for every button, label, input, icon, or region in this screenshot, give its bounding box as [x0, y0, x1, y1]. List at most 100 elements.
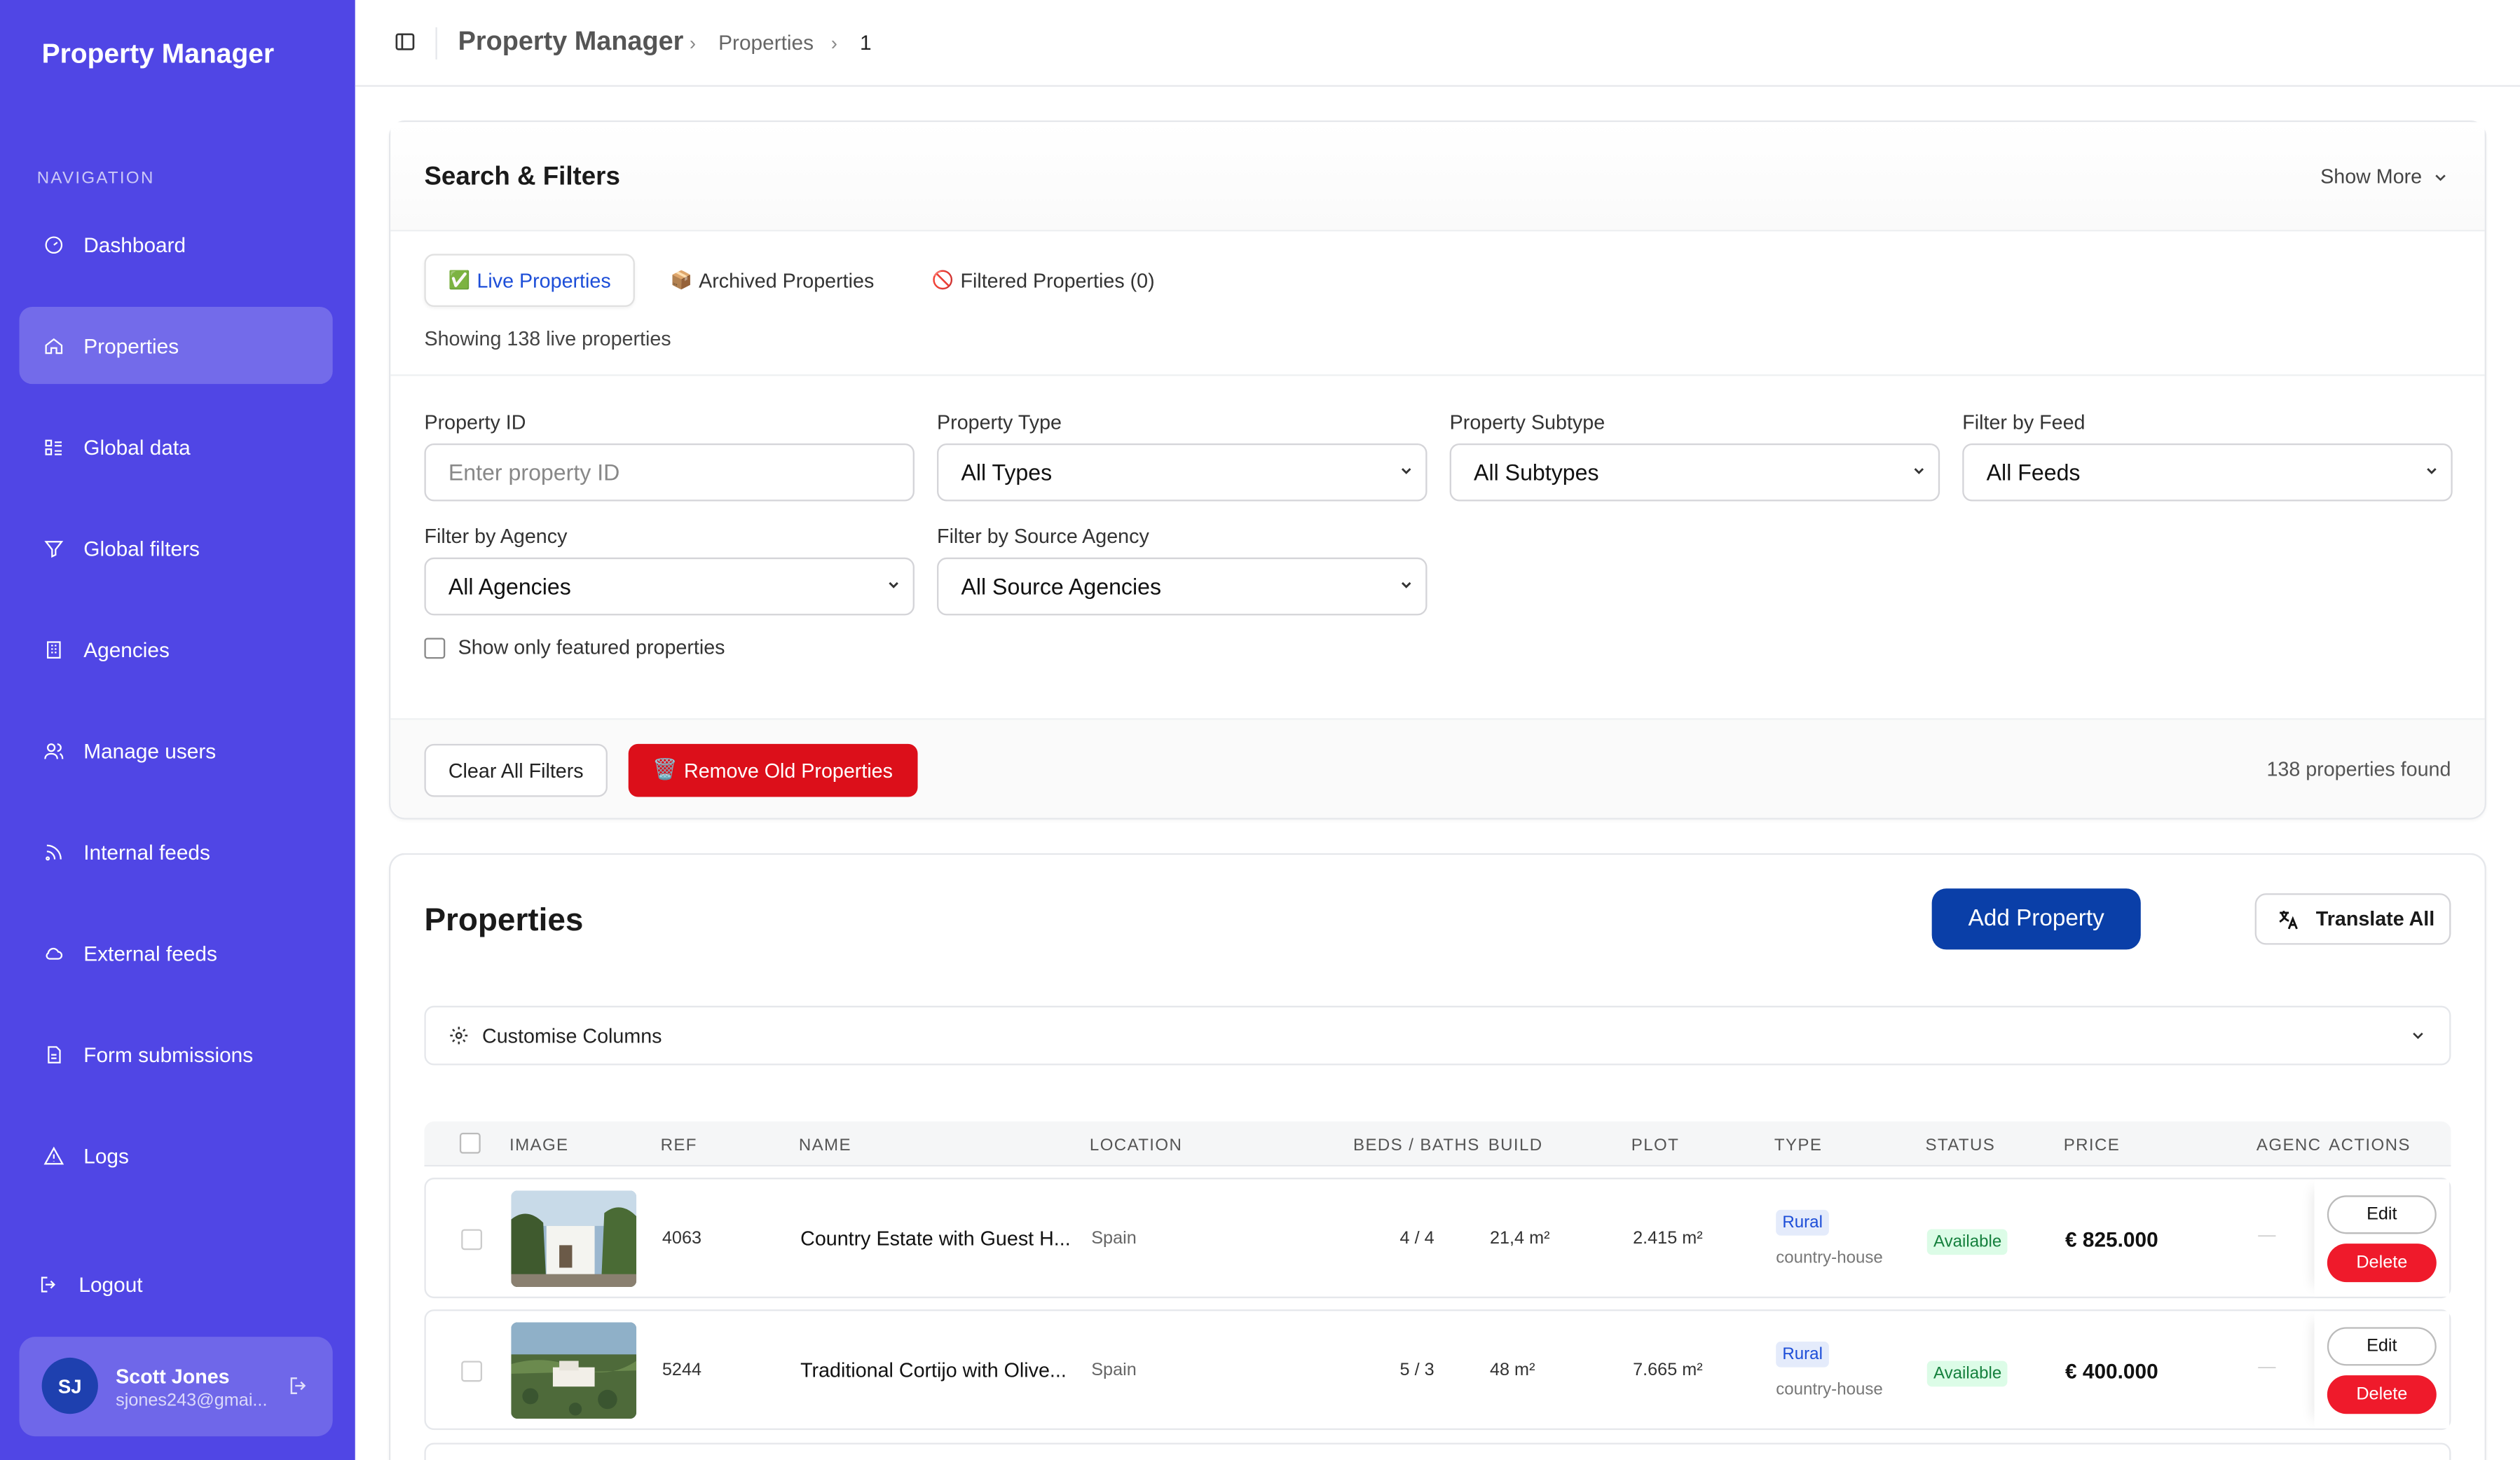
- delete-button[interactable]: Delete: [2327, 1375, 2437, 1414]
- tab-archived-properties[interactable]: 📦 Archived Properties: [648, 254, 896, 307]
- translate-all-button[interactable]: Translate All: [2254, 893, 2451, 945]
- filters-header: Search & Filters Show More: [390, 122, 2485, 232]
- sidebar-item-manage-users[interactable]: Manage users: [20, 712, 333, 789]
- user-card[interactable]: SJ Scott Jones sjones243@gmai...: [19, 1337, 333, 1437]
- agency-field: Filter by Agency All Agencies: [424, 525, 915, 616]
- breadcrumb-root[interactable]: Property Manager: [458, 27, 684, 58]
- type-badge: Rural: [1776, 1209, 1830, 1236]
- delete-button[interactable]: Delete: [2327, 1244, 2437, 1283]
- topbar-divider: [435, 27, 437, 60]
- select-value: All Source Agencies: [961, 573, 1162, 600]
- plot-cell: 2.415 m²: [1633, 1229, 1703, 1248]
- list-icon: [42, 436, 64, 458]
- tab-label: Live Properties: [477, 269, 611, 292]
- property-subtype-field: Property Subtype All Subtypes: [1449, 411, 1940, 502]
- table-row[interactable]: 5244 Traditional Cortijo with Olive... S…: [424, 1309, 2451, 1431]
- table-header: IMAGE REF NAME LOCATION BEDS / BATHS BUI…: [424, 1121, 2451, 1167]
- cloud-icon: [42, 942, 64, 964]
- status-badge: Available: [1926, 1229, 2008, 1255]
- property-thumbnail[interactable]: [511, 1322, 637, 1419]
- sidebar-item-label: Agencies: [83, 637, 170, 661]
- property-subtype-select[interactable]: All Subtypes: [1449, 443, 1940, 502]
- properties-found-count: 138 properties found: [2266, 758, 2451, 781]
- sidebar-item-agencies[interactable]: Agencies: [20, 610, 333, 687]
- nav-section-label: NAVIGATION: [36, 168, 155, 188]
- chevron-down-icon: [2413, 1033, 2423, 1040]
- chevron-right-icon: ›: [830, 32, 837, 55]
- table-row[interactable]: [424, 1442, 2451, 1460]
- show-more-button[interactable]: Show More: [2320, 165, 2449, 188]
- chevron-down-icon: [1914, 468, 1924, 474]
- location-cell: Spain: [1091, 1361, 1137, 1381]
- status-badge: Available: [1926, 1361, 2008, 1387]
- search-filters-card: Search & Filters Show More ✅ Live Proper…: [389, 120, 2486, 820]
- sidebar-toggle-icon[interactable]: [394, 31, 416, 53]
- column-header[interactable]: TYPE: [1774, 1136, 1822, 1155]
- sidebar-item-properties[interactable]: Properties: [19, 307, 333, 385]
- field-label: Property ID: [424, 411, 526, 434]
- prohibited-icon: 🚫: [931, 271, 954, 291]
- column-header[interactable]: AGENC: [2257, 1136, 2322, 1155]
- chevron-down-icon: [1401, 468, 1411, 474]
- tab-filtered-properties[interactable]: 🚫 Filtered Properties (0): [910, 254, 1177, 307]
- sidebar-item-logs[interactable]: Logs: [20, 1117, 333, 1194]
- clear-filters-button[interactable]: Clear All Filters: [424, 743, 608, 797]
- sidebar-item-internal-feeds[interactable]: Internal feeds: [20, 813, 333, 890]
- tab-live-properties[interactable]: ✅ Live Properties: [424, 254, 636, 308]
- filters-footer: Clear All Filters 🗑️ Remove Old Properti…: [390, 718, 2485, 818]
- column-header[interactable]: LOCATION: [1090, 1136, 1182, 1155]
- column-header[interactable]: IMAGE: [509, 1136, 568, 1155]
- gear-icon: [450, 1026, 468, 1045]
- sidebar-item-global-data[interactable]: Global data: [20, 408, 333, 485]
- sidebar-item-label: Properties: [83, 333, 179, 358]
- filters-body: Property ID Enter property ID Property T…: [390, 374, 2485, 718]
- row-checkbox[interactable]: [461, 1361, 483, 1382]
- logout-link[interactable]: Logout: [37, 1272, 143, 1297]
- edit-button[interactable]: Edit: [2327, 1195, 2437, 1234]
- sidebar-item-external-feeds[interactable]: External feeds: [20, 914, 333, 991]
- edit-button[interactable]: Edit: [2327, 1327, 2437, 1366]
- property-id-field: Property ID Enter property ID: [424, 411, 915, 502]
- chevron-down-icon: [889, 581, 898, 588]
- featured-checkbox[interactable]: [424, 637, 446, 659]
- name-cell[interactable]: Traditional Cortijo with Olive...: [800, 1359, 1067, 1382]
- row-checkbox[interactable]: [461, 1229, 483, 1251]
- select-value: All Subtypes: [1474, 459, 1599, 485]
- sidebar-item-dashboard[interactable]: Dashboard: [20, 206, 333, 283]
- breadcrumb-section[interactable]: Properties: [718, 31, 814, 55]
- sidebar-item-form-submissions[interactable]: Form submissions: [20, 1015, 333, 1092]
- agency-select[interactable]: All Agencies: [424, 557, 915, 616]
- column-header[interactable]: BUILD: [1488, 1136, 1543, 1155]
- customise-columns-toggle[interactable]: Customise Columns: [424, 1005, 2451, 1066]
- filter-icon: [42, 537, 64, 559]
- featured-checkbox-row[interactable]: Show only featured properties: [424, 636, 725, 659]
- user-email: sjones243@gmai...: [116, 1391, 268, 1411]
- property-thumbnail[interactable]: [511, 1190, 637, 1288]
- sidebar-item-global-filters[interactable]: Global filters: [20, 509, 333, 586]
- select-all-checkbox[interactable]: [459, 1132, 481, 1154]
- table-row[interactable]: 4063 Country Estate with Guest H... Spai…: [424, 1178, 2451, 1299]
- ref-cell: 5244: [662, 1361, 702, 1381]
- add-property-button[interactable]: Add Property: [1931, 888, 2141, 950]
- rss-icon: [42, 840, 64, 862]
- column-header[interactable]: PRICE: [2064, 1136, 2120, 1155]
- chevron-right-icon: ›: [689, 32, 697, 55]
- remove-old-properties-button[interactable]: 🗑️ Remove Old Properties: [628, 743, 917, 797]
- trash-icon: 🗑️: [652, 758, 678, 781]
- column-header[interactable]: REF: [661, 1136, 697, 1155]
- sign-out-icon[interactable]: [288, 1374, 310, 1396]
- property-id-input[interactable]: Enter property ID: [424, 443, 915, 502]
- column-header[interactable]: BEDS / BATHS: [1353, 1136, 1480, 1155]
- property-type-select[interactable]: All Types: [937, 443, 1427, 502]
- feed-select[interactable]: All Feeds: [1962, 443, 2453, 502]
- sidebar-item-label: Form submissions: [83, 1042, 254, 1066]
- actions-cell: Edit Delete: [2314, 1179, 2450, 1297]
- column-header[interactable]: STATUS: [1925, 1136, 1995, 1155]
- name-cell[interactable]: Country Estate with Guest H...: [800, 1227, 1071, 1250]
- brand-title[interactable]: Property Manager: [42, 39, 275, 71]
- column-header[interactable]: NAME: [799, 1136, 851, 1155]
- column-header[interactable]: PLOT: [1631, 1136, 1679, 1155]
- sidebar-item-label: External feeds: [83, 940, 217, 965]
- source-agency-select[interactable]: All Source Agencies: [937, 557, 1427, 616]
- package-icon: 📦: [670, 271, 692, 291]
